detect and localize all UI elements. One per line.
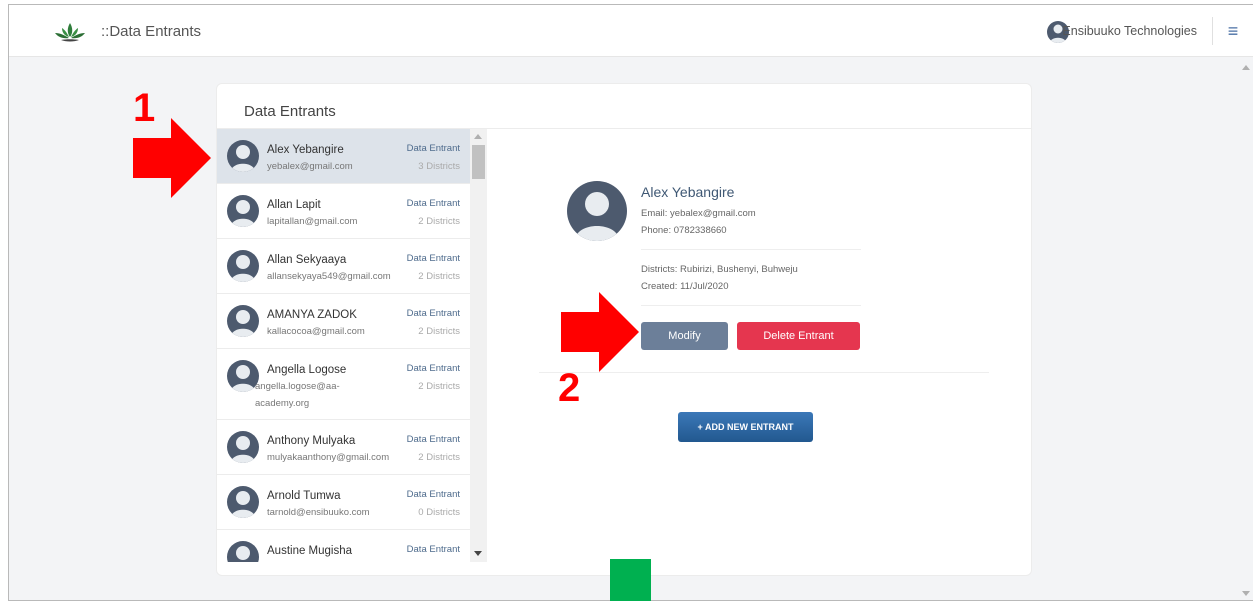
entrant-list-item[interactable]: AMANYA ZADOK kallacocoa@gmail.com Data E… (217, 294, 470, 349)
entrant-role: Data Entrant (406, 198, 460, 209)
user-silhouette-icon (231, 255, 255, 282)
page-scrollbar[interactable] (1239, 57, 1253, 600)
entrant-list-item[interactable]: Allan Sekyaaya allansekyaya549@gmail.com… (217, 239, 470, 294)
entrant-email: tarnold@ensibuuko.com (267, 507, 370, 518)
scroll-thumb[interactable] (472, 145, 485, 179)
entrant-districts: 0 Districts (418, 507, 460, 518)
entrant-email: yebalex@gmail.com (267, 161, 353, 172)
entrant-email: angella.logose@aa-academy.org (255, 381, 340, 409)
avatar (227, 195, 259, 227)
user-name[interactable]: Ensibuuko Technologies (1062, 24, 1197, 38)
entrant-email: allansekyaya549@gmail.com (267, 271, 391, 282)
entrant-email: kallacocoa@gmail.com (267, 326, 365, 337)
entrant-districts: 2 Districts (418, 381, 460, 392)
user-silhouette-icon (236, 546, 250, 560)
entrant-list: Alex Yebangire yebalex@gmail.com Data En… (217, 129, 487, 562)
entrant-name: Angella Logose (267, 364, 347, 376)
top-bar: ::Data Entrants Ensibuuko Technologies ≡ (9, 5, 1253, 57)
divider (641, 249, 861, 250)
entrant-name: Anthony Mulyaka (267, 435, 356, 447)
user-silhouette-icon (231, 310, 255, 337)
entrant-name: AMANYA ZADOK (267, 309, 357, 321)
scroll-up-icon[interactable] (474, 134, 482, 139)
user-silhouette-icon (231, 491, 255, 518)
entrant-role: Data Entrant (406, 308, 460, 319)
selected-entrant-avatar (567, 181, 627, 241)
selected-entrant-email: Email: yebalex@gmail.com (641, 208, 756, 219)
entrant-list-item[interactable]: Arnold Tumwa tarnold@ensibuuko.com Data … (217, 475, 470, 530)
hamburger-menu-icon[interactable]: ≡ (1225, 21, 1241, 41)
user-silhouette-icon (575, 192, 619, 241)
entrant-name: Allan Sekyaaya (267, 254, 347, 266)
list-scrollbar[interactable] (470, 129, 487, 562)
card-title: Data Entrants (244, 103, 336, 120)
entrant-role: Data Entrant (406, 544, 460, 555)
entrant-role: Data Entrant (406, 253, 460, 264)
entrant-list-item[interactable]: Alex Yebangire yebalex@gmail.com Data En… (217, 129, 470, 184)
scroll-down-icon[interactable] (1242, 591, 1250, 596)
green-marker (610, 559, 651, 601)
avatar (227, 541, 259, 562)
selected-entrant-created: Created: 11/Jul/2020 (641, 281, 729, 292)
entrant-role: Data Entrant (406, 143, 460, 154)
entrant-districts: 2 Districts (418, 216, 460, 227)
divider (641, 305, 861, 306)
entrant-role: Data Entrant (406, 363, 460, 374)
user-silhouette-icon (231, 436, 255, 463)
entrant-email: mulyakaanthony@gmail.com (267, 452, 390, 463)
modify-button[interactable]: Modify (641, 322, 728, 350)
divider (539, 372, 989, 373)
avatar (227, 250, 259, 282)
selected-entrant-name: Alex Yebangire (641, 184, 735, 200)
entrant-districts: 3 Districts (418, 161, 460, 172)
entrant-list-item[interactable]: Anthony Mulyaka mulyakaanthony@gmail.com… (217, 420, 470, 475)
menu-divider (1212, 17, 1213, 45)
user-silhouette-icon (231, 200, 255, 227)
avatar (227, 431, 259, 463)
entrant-name: Allan Lapit (267, 199, 321, 211)
entrant-districts: 2 Districts (418, 326, 460, 337)
user-silhouette-icon (231, 145, 255, 172)
entrant-email: lapitallan@gmail.com (267, 216, 358, 227)
red-arrow-icon (133, 118, 211, 198)
entrant-name: Austine Mugisha (267, 545, 353, 557)
add-new-entrant-button[interactable]: + ADD NEW ENTRANT (678, 412, 813, 442)
entrant-districts: 2 Districts (418, 271, 460, 282)
avatar (227, 486, 259, 518)
red-arrow-icon (561, 292, 639, 372)
selected-entrant-phone: Phone: 0782338660 (641, 225, 727, 236)
entrant-role: Data Entrant (406, 489, 460, 500)
entrant-list-item[interactable]: Allan Lapit lapitallan@gmail.com Data En… (217, 184, 470, 239)
avatar (227, 140, 259, 172)
scroll-down-icon[interactable] (474, 551, 482, 556)
entrant-role: Data Entrant (406, 434, 460, 445)
lotus-logo-icon[interactable] (53, 21, 87, 43)
avatar (227, 305, 259, 337)
entrant-name: Alex Yebangire (267, 144, 344, 156)
entrant-list-item[interactable]: Angella Logose angella.logose@aa-academy… (217, 349, 470, 420)
scroll-up-icon[interactable] (1242, 65, 1250, 70)
step-2-label: 2 (558, 366, 581, 410)
selected-entrant-districts: Districts: Rubirizi, Bushenyi, Buhweju (641, 264, 798, 275)
entrant-districts: 2 Districts (418, 452, 460, 463)
entrant-list-item[interactable]: Austine Mugisha Data Entrant (217, 530, 470, 562)
app-title: ::Data Entrants (101, 23, 202, 40)
entrant-name: Arnold Tumwa (267, 490, 341, 502)
delete-entrant-button[interactable]: Delete Entrant (737, 322, 860, 350)
